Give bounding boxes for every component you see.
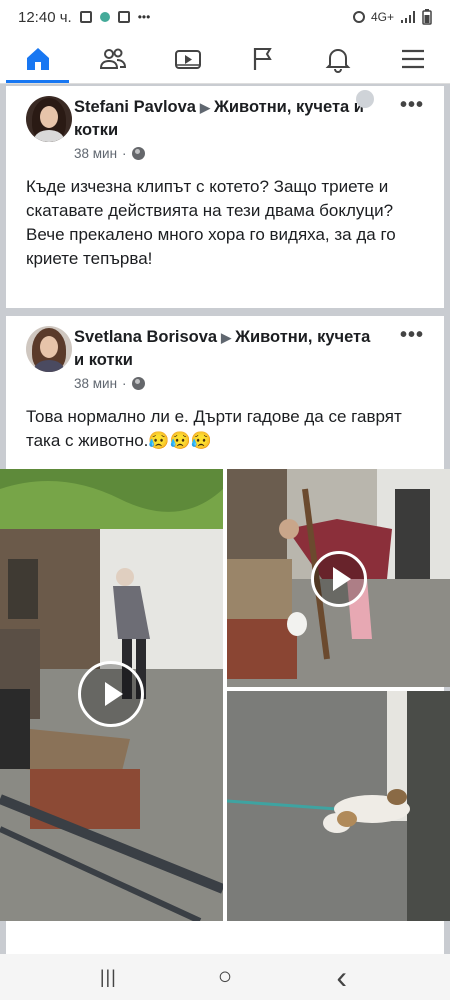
pages-flag-icon (253, 47, 272, 70)
post-title: Svetlana Borisova ▶ Животни, кучета и котк… (74, 326, 444, 372)
post-text: Къде изчезна клипът с котето? Защо триет… (26, 177, 396, 268)
alarm-icon (352, 11, 365, 23)
sim-icon (79, 11, 92, 23)
watch-icon (174, 49, 201, 69)
home-button[interactable]: ○ (205, 962, 245, 992)
status-time: 12:40 ч. (18, 8, 72, 26)
notifications-bell-icon (325, 48, 350, 73)
play-icon[interactable] (78, 661, 144, 727)
post-text: Това нормално ли е. Дърти гадове да се г… (26, 407, 402, 450)
post-time[interactable]: 38 мин (74, 146, 117, 161)
avatar[interactable] (26, 326, 72, 372)
post-media-grid (0, 469, 450, 921)
globe-icon (131, 377, 145, 390)
feed-post: Stefani Pavlova ▶ Животни, кучета и котки … (6, 86, 444, 308)
friends-icon (99, 48, 126, 69)
battery-icon (422, 9, 432, 25)
system-navigation-bar: ||| ○ ‹ (0, 954, 450, 1000)
post-header: Stefani Pavlova ▶ Животни, кучета и котки … (6, 86, 444, 161)
status-more: ••• (137, 10, 151, 24)
nav-pages[interactable] (225, 34, 300, 83)
back-button[interactable]: ‹ (322, 959, 362, 995)
back-arrow-icon: ‹ (336, 958, 347, 995)
nav-menu[interactable] (375, 34, 450, 83)
news-feed: Stefani Pavlova ▶ Животни, кучета и котки … (0, 86, 450, 954)
nav-notifications[interactable] (300, 34, 375, 83)
arrow-right-icon: ▶ (221, 330, 232, 345)
network-label: 4G+ (370, 10, 394, 24)
post-time[interactable]: 38 мин (74, 376, 117, 391)
recent-apps-button[interactable]: ||| (88, 962, 128, 992)
video-thumbnail[interactable] (0, 469, 223, 921)
home-circle-icon: ○ (217, 963, 233, 990)
cat-lying-on-ground-image (227, 691, 450, 921)
recent-apps-icon: ||| (99, 966, 117, 987)
menu-icon (401, 49, 424, 68)
insights-icon[interactable] (356, 90, 374, 108)
nav-friends[interactable] (75, 34, 150, 83)
top-navigation (0, 34, 450, 84)
photo-thumbnail[interactable] (227, 691, 450, 921)
globe-icon (131, 147, 145, 160)
app-notification-icon (99, 12, 110, 22)
feed-post: Svetlana Borisova ▶ Животни, кучета и котк… (0, 316, 450, 954)
post-meta: 38 мин · (74, 146, 444, 161)
home-icon (26, 47, 49, 70)
post-meta: 38 мин · (74, 376, 444, 391)
arrow-right-icon: ▶ (199, 100, 210, 115)
play-icon[interactable] (311, 551, 367, 607)
avatar[interactable] (26, 96, 72, 142)
nav-watch[interactable] (150, 34, 225, 83)
post-more-button[interactable]: ••• (400, 324, 424, 347)
signal-icon (401, 11, 415, 23)
post-more-button[interactable]: ••• (400, 94, 424, 117)
video-thumbnail[interactable] (227, 469, 450, 687)
post-header: Svetlana Borisova ▶ Животни, кучета и котк… (6, 316, 444, 391)
status-bar: 12:40 ч. ••• 4G+ (0, 0, 450, 34)
author-name[interactable]: Svetlana Borisova (74, 328, 217, 346)
post-title: Stefani Pavlova ▶ Животни, кучета и котки (74, 96, 444, 142)
nav-home[interactable] (0, 34, 75, 83)
author-name[interactable]: Stefani Pavlova (74, 98, 196, 116)
gallery-icon (117, 11, 130, 23)
